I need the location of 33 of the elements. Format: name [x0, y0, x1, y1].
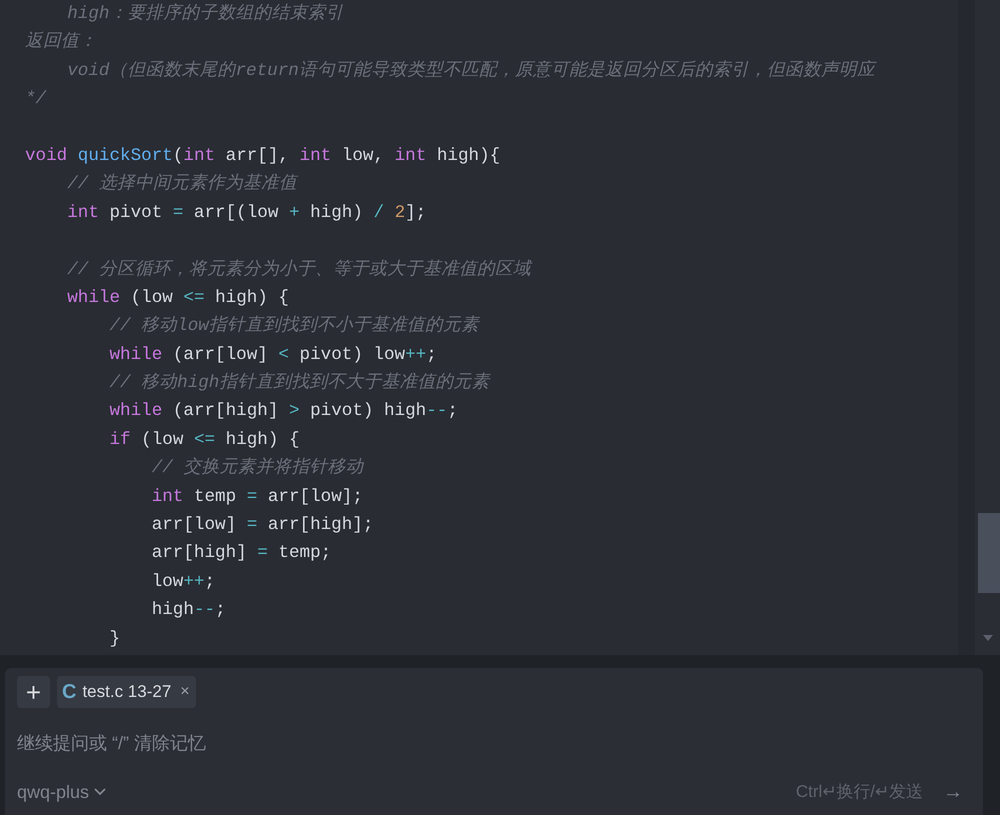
- code-comment: */: [25, 88, 48, 112]
- code-line: int pivot = arr[(low + high) / 2];: [66, 202, 428, 225]
- scroll-down-icon[interactable]: [983, 635, 993, 641]
- code-line: }: [108, 628, 122, 651]
- model-selector[interactable]: qwq-plus: [17, 778, 106, 806]
- send-button[interactable]: →: [943, 777, 963, 807]
- code-line: if (low <= high) {: [108, 428, 301, 452]
- code-comment: // 选择中间元素作为基准值: [66, 172, 300, 196]
- add-button[interactable]: +: [17, 676, 50, 708]
- code-comment: 返回值：: [25, 30, 98, 54]
- code-line: while (low <= high) {: [66, 286, 290, 310]
- code-comment: void（但函数末尾的return语句可能导致类型不匹配，原意可能是返回分区后的索引，但函数声明应: [66, 59, 878, 83]
- chip-label: test.c 13-27: [82, 681, 172, 704]
- code-comment: high：要排序的子数组的结束索引: [66, 2, 344, 26]
- code-line: arr[low] = arr[high];: [150, 514, 374, 538]
- c-file-icon: C: [62, 682, 76, 702]
- code-line: low++;: [150, 570, 216, 594]
- input-field[interactable]: 继续提问或 “/” 清除记忆: [17, 730, 917, 757]
- code-line: int temp = arr[low];: [150, 486, 364, 509]
- close-button[interactable]: ×: [180, 680, 190, 704]
- code-line: while (arr[low] < pivot) low++;: [108, 344, 438, 367]
- code-line: while (arr[high] > pivot) high--;: [108, 400, 459, 424]
- context-chip[interactable]: C test.c 13-27 ×: [57, 676, 196, 708]
- chevron-down-icon: [94, 788, 106, 796]
- code-line: void quickSort(int arr[], int low, int high){: [25, 144, 502, 168]
- code-comment: // 移动high指针直到找到不大于基准值的元素: [108, 371, 492, 396]
- code-comment: // 移动low指针直到找到不小于基准值的元素: [108, 314, 482, 338]
- scrollbar[interactable]: [975, 0, 1000, 655]
- code-line: arr[high] = temp;: [150, 542, 332, 566]
- scrollbar-thumb[interactable]: [978, 513, 1000, 593]
- code-comment: // 交换元素并将指针移动: [150, 456, 365, 480]
- code-line: high--;: [150, 599, 227, 622]
- code-comment: // 分区循环，将元素分为小于、等于或大于基准值的区域: [66, 258, 534, 282]
